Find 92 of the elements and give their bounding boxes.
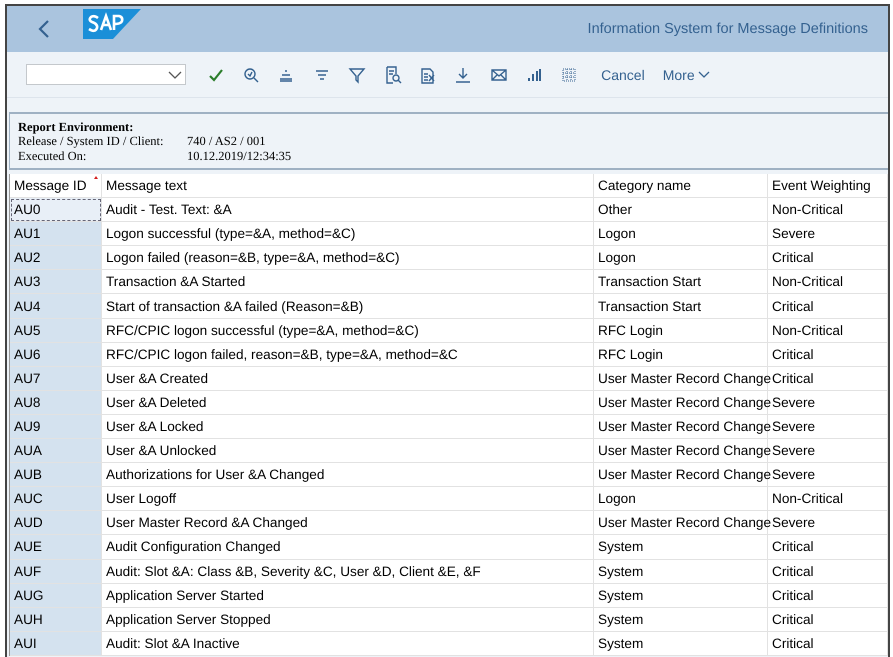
table-cell: Audit - Test. Text: &A [102, 198, 594, 222]
row-header-cell[interactable]: AUG [10, 584, 102, 608]
filter-icon[interactable] [348, 66, 366, 84]
table-cell: User Master Record &A Changed [102, 511, 594, 536]
table-cell: System [594, 535, 768, 560]
row-header-cell[interactable]: AU4 [10, 294, 102, 319]
row-header-cell[interactable]: AUD [10, 511, 102, 536]
table-cell: User Master Record Change [594, 414, 768, 440]
table-cell: Audit: Slot &A: Class &B, Severity &C, User &D, Client &E, &F [102, 560, 594, 584]
table-cell: Critical [768, 535, 888, 560]
table-cell: User &A Deleted [102, 390, 594, 415]
row-header-cell[interactable]: AU8 [10, 390, 102, 415]
table-cell: Logon successful (type=&A, method=&C) [102, 222, 594, 246]
row-header-cell[interactable]: AU6 [10, 342, 102, 367]
report-heading: Report Environment: [18, 120, 134, 134]
table-cell: Critical [768, 294, 888, 319]
text-button[interactable]: Cancel [597, 62, 649, 86]
table-cell: Logon [594, 222, 768, 246]
table-cell: Authorizations for User &A Changed [102, 463, 594, 488]
table-cell: Logon [594, 487, 768, 512]
table-cell: Critical [768, 608, 888, 632]
table-cell: User &A Locked [102, 414, 594, 440]
table-cell: Logon failed (reason=&B, type=&A, method=&C) [102, 246, 594, 270]
table-cell: User Master Record Change [594, 463, 768, 488]
field-label: Release / System ID / Client: [18, 134, 164, 149]
table-cell: Audit Configuration Changed [102, 535, 594, 560]
table-cell: Critical [768, 246, 888, 270]
row-header-cell[interactable]: AU7 [10, 366, 102, 391]
row-header-cell[interactable]: AU0 [10, 198, 102, 222]
table-cell: User &A Created [102, 366, 594, 391]
back-button[interactable] [37, 19, 51, 39]
table-cell: Application Server Stopped [102, 608, 594, 632]
document-search-icon[interactable] [384, 66, 402, 84]
row-header-cell[interactable]: AUE [10, 535, 102, 560]
spreadsheet-icon[interactable] [418, 66, 437, 84]
table-cell: RFC Login [594, 318, 768, 343]
row-header-cell[interactable]: AUF [10, 560, 102, 584]
table-cell: Severe [768, 222, 888, 246]
table-cell: Non-Critical [768, 487, 888, 512]
grid-icon[interactable] [560, 66, 578, 84]
menu-button[interactable]: More [658, 62, 714, 86]
table-cell: System [594, 608, 768, 632]
table-cell: Critical [768, 584, 888, 608]
table-cell: Audit: Slot &A Inactive [102, 632, 594, 656]
row-header-cell[interactable]: AUI [10, 632, 102, 656]
row-header-cell[interactable]: AU9 [10, 414, 102, 440]
table-cell: System [594, 560, 768, 584]
table-cell: User Master Record Change [594, 390, 768, 415]
table-cell: Transaction &A Started [102, 270, 594, 294]
table-cell: Start of transaction &A failed (Reason=&B) [102, 294, 594, 319]
table-cell: System [594, 584, 768, 608]
row-header-cell[interactable]: AUA [10, 439, 102, 464]
row-header-cell[interactable]: AU3 [10, 270, 102, 294]
table-cell: Application Server Started [102, 584, 594, 608]
table-cell: System [594, 632, 768, 656]
table-cell: User &A Unlocked [102, 439, 594, 464]
table-cell: User Logoff [102, 487, 594, 512]
row-header-cell[interactable]: AU1 [10, 222, 102, 246]
row-header-cell[interactable]: AUC [10, 487, 102, 512]
table-cell: RFC Login [594, 342, 768, 367]
row-header-cell[interactable]: AU5 [10, 318, 102, 343]
table-cell: Critical [768, 632, 888, 656]
caret-icon[interactable] [698, 70, 710, 78]
table-cell: User Master Record Change [594, 511, 768, 536]
table-cell: Critical [768, 342, 888, 367]
row-header-cell[interactable]: AUB [10, 463, 102, 488]
logo-icon [83, 9, 141, 39]
table-cell: RFC/CPIC logon failed, reason=&B, type=&A, method=&C [102, 342, 594, 367]
row-header-cell[interactable]: AU2 [10, 246, 102, 270]
table-cell: Non-Critical [768, 270, 888, 294]
column-header[interactable]: Message text [102, 174, 594, 198]
table-cell: Transaction Start [594, 294, 768, 319]
download-icon[interactable] [454, 66, 472, 84]
field-value: 740 / AS2 / 001 [187, 134, 266, 149]
field-value: 10.12.2019/12:34:35 [187, 149, 292, 164]
table-cell: Non-Critical [768, 198, 888, 222]
table-cell: Critical [768, 560, 888, 584]
row-header-cell[interactable]: AUH [10, 608, 102, 632]
caret-icon[interactable] [168, 70, 182, 78]
table-cell: Transaction Start [594, 270, 768, 294]
table-cell: User Master Record Change [594, 439, 768, 464]
column-header[interactable]: Event Weighting [768, 174, 888, 198]
window-title: Information System for Message Definitions [588, 21, 868, 37]
dropdown-field[interactable] [26, 64, 186, 85]
table-cell: RFC/CPIC logon successful (type=&A, method=&C) [102, 318, 594, 343]
zoom-icon[interactable] [242, 66, 260, 84]
field-label: Executed On: [18, 149, 88, 164]
table-cell: Logon [594, 246, 768, 270]
column-header[interactable]: Category name [594, 174, 768, 198]
table-cell: Non-Critical [768, 318, 888, 343]
table-cell: User Master Record Change [594, 366, 768, 391]
table-cell: Other [594, 198, 768, 222]
